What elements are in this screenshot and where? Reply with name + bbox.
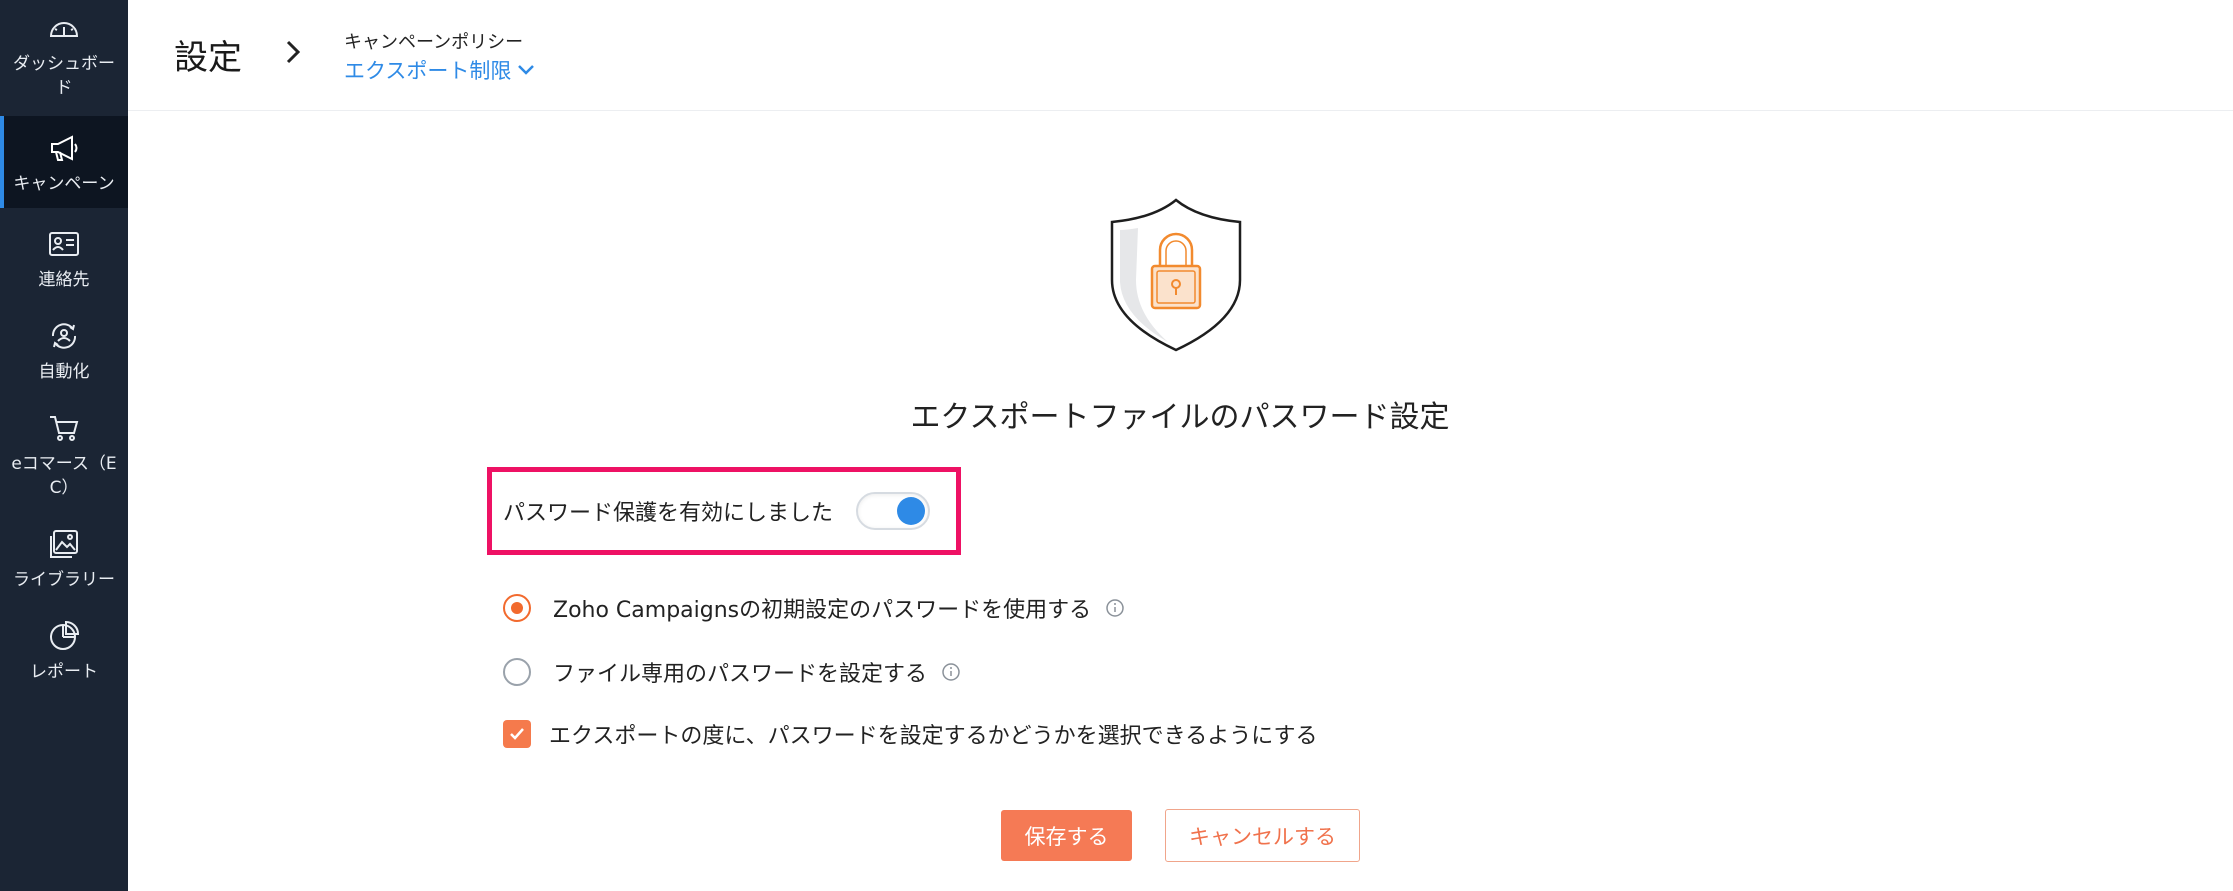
sidebar-item-label: ライブラリー bbox=[13, 570, 115, 590]
contact-card-icon bbox=[46, 226, 82, 262]
sidebar-item-dashboard[interactable]: ダッシュボード bbox=[0, 10, 128, 106]
automation-icon bbox=[46, 318, 82, 354]
info-icon[interactable] bbox=[941, 662, 961, 682]
shield-lock-icon bbox=[1110, 198, 1242, 352]
toggle-knob bbox=[897, 497, 925, 525]
sidebar-item-label: 連絡先 bbox=[38, 270, 90, 290]
checkmark-icon bbox=[510, 728, 524, 740]
sidebar-item-label: eコマース（EC） bbox=[11, 454, 117, 498]
breadcrumb-parent: キャンペーンポリシー bbox=[344, 32, 524, 53]
sidebar-item-label: 自動化 bbox=[38, 362, 90, 382]
section-title: エクスポートファイルのパスワード設定 bbox=[910, 400, 1450, 435]
image-library-icon bbox=[46, 526, 82, 562]
chevron-down-icon bbox=[518, 65, 535, 75]
info-icon[interactable] bbox=[1105, 598, 1125, 618]
option-ask-each-export: エクスポートの度に、パスワードを設定するかどうかを選択できるようにする bbox=[503, 718, 1317, 750]
breadcrumb-current-label: エクスポート制限 bbox=[344, 59, 512, 83]
sidebar-item-ecommerce[interactable]: eコマース（EC） bbox=[0, 410, 128, 498]
page-header: 設定 キャンペーンポリシー エクスポート制限 bbox=[128, 0, 2233, 111]
sidebar-item-campaigns[interactable]: キャンペーン bbox=[0, 116, 128, 208]
pie-chart-icon bbox=[46, 618, 82, 654]
sidebar-item-library[interactable]: ライブラリー bbox=[0, 526, 128, 606]
default-password-radio[interactable] bbox=[503, 594, 531, 622]
cancel-button[interactable]: キャンセルする bbox=[1165, 809, 1360, 862]
file-password-label: ファイル専用のパスワードを設定する bbox=[553, 662, 928, 687]
breadcrumb-current-dropdown[interactable]: エクスポート制限 bbox=[344, 55, 535, 85]
page-title: 設定 bbox=[174, 38, 242, 78]
app-window: ダッシュボード キャンペーン 連絡先 自動化 eコマース（EC） ライブラリー … bbox=[0, 0, 2233, 891]
sidebar-item-label: キャンペーン bbox=[13, 174, 115, 194]
file-password-radio[interactable] bbox=[503, 658, 531, 686]
option-file-password: ファイル専用のパスワードを設定する bbox=[503, 656, 961, 688]
sidebar-item-label: レポート bbox=[30, 662, 98, 682]
gauge-icon bbox=[46, 10, 82, 46]
password-protection-label: パスワード保護を有効にしました bbox=[503, 501, 834, 526]
sidebar-item-label: ダッシュボード bbox=[13, 54, 115, 98]
option-default-password: Zoho Campaignsの初期設定のパスワードを使用する bbox=[503, 592, 1125, 624]
sidebar-item-contacts[interactable]: 連絡先 bbox=[0, 226, 128, 306]
password-protection-toggle[interactable] bbox=[856, 492, 930, 530]
ask-each-export-label: エクスポートの度に、パスワードを設定するかどうかを選択できるようにする bbox=[549, 724, 1318, 749]
default-password-label: Zoho Campaignsの初期設定のパスワードを使用する bbox=[553, 598, 1092, 623]
chevron-right-icon bbox=[286, 40, 301, 64]
sidebar: ダッシュボード キャンペーン 連絡先 自動化 eコマース（EC） ライブラリー … bbox=[0, 0, 128, 891]
sidebar-item-automation[interactable]: 自動化 bbox=[0, 318, 128, 398]
sidebar-item-reports[interactable]: レポート bbox=[0, 618, 128, 698]
ask-each-export-checkbox[interactable] bbox=[503, 720, 531, 748]
save-button[interactable]: 保存する bbox=[1001, 810, 1132, 861]
megaphone-icon bbox=[46, 130, 82, 166]
cart-icon bbox=[46, 410, 82, 446]
